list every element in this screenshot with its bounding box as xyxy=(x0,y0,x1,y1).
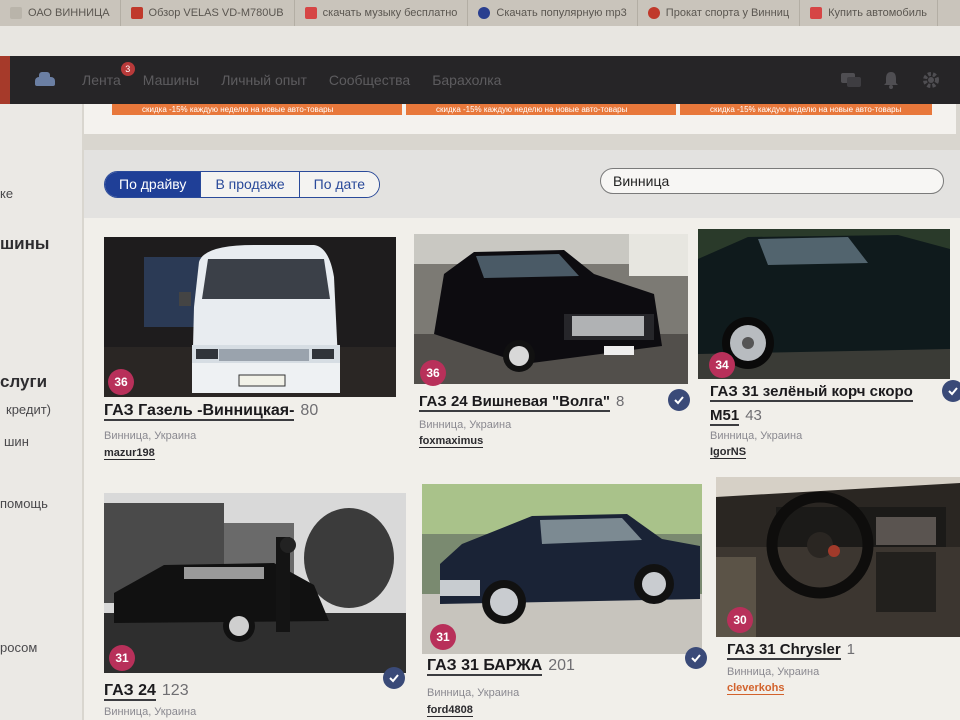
chat-icon[interactable] xyxy=(840,69,862,91)
card-username[interactable]: ford4808 xyxy=(427,704,473,717)
bookmark[interactable]: Купить автомобиль xyxy=(800,0,939,26)
promo-segment: скидка -15% каждую неделю на новые авто-… xyxy=(680,104,932,115)
card-location: Винница, Украина xyxy=(104,706,197,718)
car-photo[interactable] xyxy=(422,484,702,654)
promo-segment: скидка -15% каждую неделю на новые авто-… xyxy=(406,104,676,115)
verified-check-icon xyxy=(668,389,690,411)
sort-tabs: По драйву В продаже По дате xyxy=(104,171,381,198)
feed-badge: 3 xyxy=(120,62,135,76)
nav-item-market[interactable]: Барахолка xyxy=(432,72,501,88)
bookmark[interactable]: Скачать популярную mp3 xyxy=(468,0,638,26)
sidebar-heading-services[interactable]: слуги xyxy=(0,372,47,392)
card-location: Винница, Украина xyxy=(419,419,512,431)
card-title-link[interactable]: ГАЗ 31 Chrysler xyxy=(727,641,841,660)
photo-counter-badge: 36 xyxy=(420,360,446,386)
card-location: Винница, Украина xyxy=(104,430,197,442)
nav-item-experience[interactable]: Личный опыт xyxy=(221,72,307,88)
drive-count: 123 xyxy=(161,682,189,699)
card-title[interactable]: ГАЗ 24 123 xyxy=(104,682,189,701)
drive2-logo-icon[interactable] xyxy=(32,69,62,91)
card-username[interactable]: foxmaximus xyxy=(419,435,484,448)
card-location: Винница, Украина xyxy=(727,666,820,678)
nav-item-communities[interactable]: Сообщества xyxy=(329,72,410,88)
bell-icon[interactable] xyxy=(880,69,902,91)
rental-favicon-icon xyxy=(647,7,660,19)
bookmark[interactable]: ОАО ВИННИЦА xyxy=(0,0,121,26)
card-title-line2[interactable]: М51 43 xyxy=(710,407,762,426)
bookmark-favicon-icon xyxy=(10,7,22,19)
nav-icons xyxy=(840,56,960,104)
sidebar-item[interactable]: ке xyxy=(0,186,13,201)
sidebar-item[interactable]: шин xyxy=(4,434,29,449)
drive-count: 201 xyxy=(548,657,575,674)
card-title[interactable]: ГАЗ 31 БАРЖА 201 xyxy=(427,657,575,676)
car-photo[interactable] xyxy=(698,229,950,379)
browser-strip xyxy=(0,26,960,56)
card-title[interactable]: ГАЗ 31 Chrysler 1 xyxy=(727,641,856,660)
drive-count: 43 xyxy=(745,407,762,424)
drive-count: 1 xyxy=(846,641,856,658)
youtube-favicon-icon xyxy=(130,7,143,19)
bookmarks-bar: ОАО ВИННИЦА Обзор VELAS VD-M780UB скачат… xyxy=(0,0,960,26)
bookmark[interactable]: Обзор VELAS VD-M780UB xyxy=(121,0,295,26)
car-photo[interactable] xyxy=(414,234,688,384)
card-username[interactable]: cleverkohs xyxy=(727,682,785,695)
tab-by-drive[interactable]: По драйву xyxy=(105,172,201,197)
car-photo[interactable] xyxy=(104,493,406,673)
promo-banner[interactable]: скидка -15% каждую неделю на новые авто-… xyxy=(84,104,956,134)
photo-counter-badge: 34 xyxy=(709,352,735,378)
sidebar-item[interactable]: росом xyxy=(0,640,37,655)
car-photo[interactable] xyxy=(104,237,396,397)
promo-segment: скидка -15% каждую неделю на новые авто-… xyxy=(112,104,402,115)
yandex-favicon-icon xyxy=(304,7,317,19)
filter-toolbar: По драйву В продаже По дате xyxy=(84,150,960,218)
drive-count: 8 xyxy=(616,393,625,410)
gear-icon[interactable] xyxy=(920,69,942,91)
sidebar-item[interactable]: кредит) xyxy=(6,402,51,417)
yandex-favicon-icon xyxy=(810,7,823,19)
sidebar-item[interactable]: помощь xyxy=(0,496,48,511)
card-title[interactable]: ГАЗ 24 Вишневая "Волга" 8 xyxy=(419,393,625,412)
top-nav: Лента 3 Машины Личный опыт Сообщества Бар… xyxy=(0,56,960,104)
card-username[interactable]: mazur198 xyxy=(104,447,155,460)
card-title[interactable]: ГАЗ Газель -Винницкая- 80 xyxy=(104,402,319,421)
card-title-link[interactable]: ГАЗ 31 зелёный корч скоро xyxy=(710,383,913,402)
bookmark[interactable]: Прокат спорта у Винниц xyxy=(638,0,801,26)
card-title-link[interactable]: ГАЗ 24 Вишневая "Волга" xyxy=(419,393,611,412)
left-sidebar: ке шины слуги кредит) шин помощь росом xyxy=(0,104,82,720)
nav-accent xyxy=(0,56,10,104)
nav-item-cars[interactable]: Машины xyxy=(143,72,199,88)
card-title-link[interactable]: ГАЗ 31 БАРЖА xyxy=(427,657,543,676)
card-username[interactable]: IgorNS xyxy=(710,446,747,459)
card-location: Винница, Украина xyxy=(710,430,803,442)
photo-counter-badge: 31 xyxy=(109,645,135,671)
verified-check-icon xyxy=(383,667,405,689)
sidebar-heading-cars[interactable]: шины xyxy=(0,234,49,254)
photo-counter-badge: 36 xyxy=(108,369,134,395)
photo-counter-badge: 31 xyxy=(430,624,456,650)
photo-counter-badge: 30 xyxy=(727,607,753,633)
card-title-link[interactable]: ГАЗ 24 xyxy=(104,682,156,701)
car-photo[interactable] xyxy=(716,477,960,637)
drive-count: 80 xyxy=(300,402,319,419)
music-favicon-icon xyxy=(478,7,491,19)
card-location: Винница, Украина xyxy=(427,687,520,699)
tab-by-date[interactable]: По дате xyxy=(298,172,380,197)
tab-for-sale[interactable]: В продаже xyxy=(200,172,299,197)
bookmark[interactable]: скачать музыку бесплатно xyxy=(295,0,469,26)
verified-check-icon xyxy=(685,647,707,669)
verified-check-icon xyxy=(942,380,960,402)
city-search-input[interactable] xyxy=(600,168,944,194)
nav-item-feed[interactable]: Лента 3 xyxy=(82,62,135,88)
card-title[interactable]: ГАЗ 31 зелёный корч скоро xyxy=(710,383,913,402)
card-title-link[interactable]: ГАЗ Газель -Винницкая- xyxy=(104,402,295,421)
